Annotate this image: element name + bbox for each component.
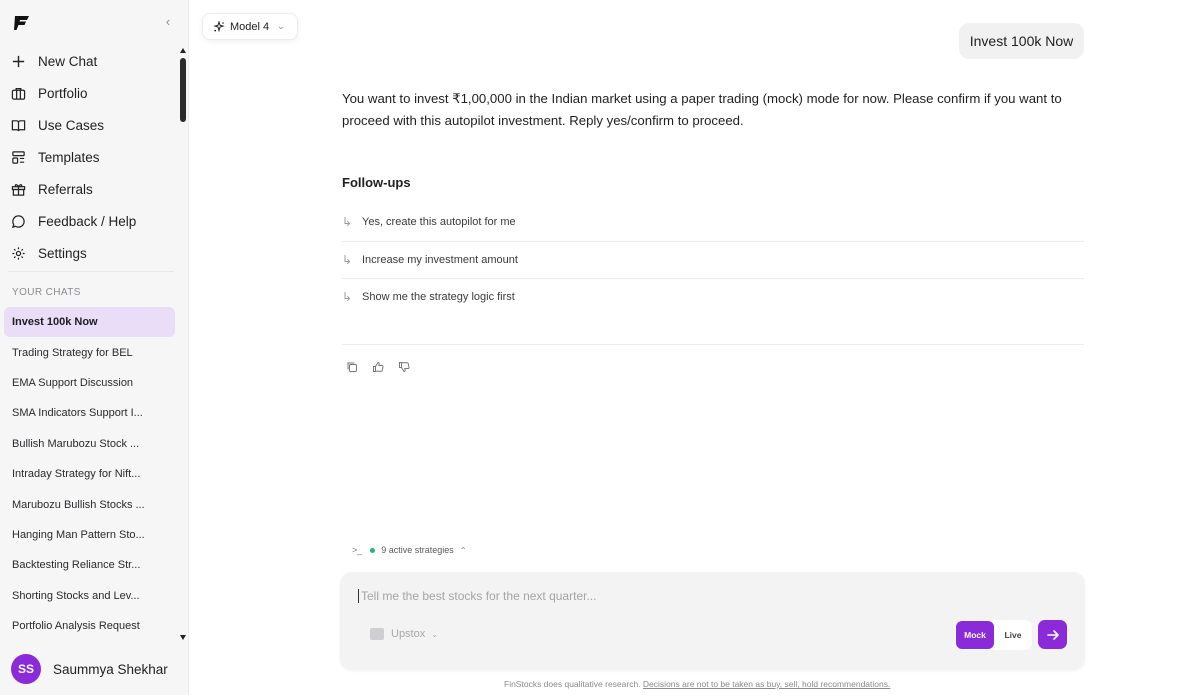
sidebar-item-label: Templates (38, 149, 100, 165)
corner-arrow-icon: ↳ (342, 253, 353, 267)
chat-item[interactable]: Trading Strategy for BEL (4, 337, 175, 367)
briefcase-icon (11, 87, 26, 100)
sidebar-nav: New Chat Portfolio Use Cases Templates R… (0, 45, 180, 269)
sparkle-icon (213, 20, 225, 32)
mode-toggle: Mock Live (955, 620, 1032, 650)
user-message-bubble: Invest 100k Now (959, 23, 1084, 59)
assistant-message: You want to invest ₹1,00,000 in the Indi… (342, 91, 1062, 128)
sidebar-item-label: Portfolio (38, 85, 88, 101)
sidebar-item-referrals[interactable]: Referrals (0, 173, 180, 205)
broker-selector[interactable]: Upstox ⌄ (370, 628, 438, 640)
chat-composer: Upstox ⌄ Mock Live (340, 572, 1085, 670)
model-label: Model 4 (230, 20, 270, 33)
disclaimer-link[interactable]: Decisions are not to be taken as buy, se… (643, 679, 890, 689)
followup-item[interactable]: ↳ Yes, create this autopilot for me (342, 204, 1084, 240)
user-name: Saummya Shekhar (53, 661, 168, 677)
disclaimer: FinStocks does qualitative research. Dec… (504, 679, 890, 689)
sidebar-item-portfolio[interactable]: Portfolio (0, 77, 180, 109)
sidebar-item-settings[interactable]: Settings (0, 237, 180, 269)
copy-icon[interactable] (346, 360, 360, 374)
chat-item[interactable]: Intraday Strategy for Nift... (4, 459, 175, 489)
sidebar-item-label: Settings (38, 245, 87, 261)
book-icon (11, 119, 26, 131)
active-strategies-toggle[interactable]: >_ 9 active strategies ⌃ (352, 545, 467, 555)
chat-item[interactable]: EMA Support Discussion (4, 368, 175, 398)
followup-label: Yes, create this autopilot for me (362, 216, 516, 228)
followup-item[interactable]: ↳ Increase my investment amount (342, 242, 1084, 278)
broker-logo-icon (370, 628, 384, 640)
sidebar-scrollbar[interactable] (179, 48, 187, 640)
chat-item[interactable]: Marubozu Bullish Stocks ... (4, 489, 175, 519)
thumbs-up-icon[interactable] (372, 360, 386, 374)
plus-icon (12, 55, 25, 67)
chat-item[interactable]: Bullish Marubozu Stock ... (4, 429, 175, 459)
mode-live-option[interactable]: Live (994, 621, 1032, 649)
message-divider (342, 344, 1084, 345)
chats-heading: YOUR CHATS (12, 287, 81, 298)
finstocks-logo[interactable] (12, 13, 32, 33)
sidebar-item-templates[interactable]: Templates (0, 141, 180, 173)
chat-input[interactable] (358, 589, 958, 603)
chat-list: Invest 100k Now Trading Strategy for BEL… (4, 307, 175, 641)
sidebar-item-label: Referrals (38, 181, 93, 197)
followups-heading: Follow-ups (342, 175, 411, 190)
scrollbar-thumb[interactable] (180, 58, 186, 122)
chat-item[interactable]: Portfolio Analysis Request (4, 611, 175, 641)
sidebar-item-use-cases[interactable]: Use Cases (0, 109, 180, 141)
sidebar-item-label: Use Cases (38, 117, 105, 133)
sidebar-item-label: New Chat (38, 53, 98, 69)
chevron-down-icon: ⌄ (277, 21, 285, 31)
send-button[interactable] (1038, 620, 1067, 649)
scroll-down-arrow-icon[interactable] (180, 635, 186, 640)
corner-arrow-icon: ↳ (342, 215, 353, 229)
chat-item[interactable]: Hanging Man Pattern Sto... (4, 520, 175, 550)
followup-label: Increase my investment amount (362, 254, 518, 266)
corner-arrow-icon: ↳ (342, 290, 353, 304)
arrow-right-icon (1046, 629, 1059, 640)
chat-item-active[interactable]: Invest 100k Now (4, 307, 175, 338)
thumbs-down-icon[interactable] (398, 360, 412, 374)
chat-item[interactable]: Backtesting Reliance Str... (4, 550, 175, 580)
chevron-up-icon: ⌃ (459, 545, 467, 555)
scroll-up-arrow-icon[interactable] (180, 48, 186, 53)
chat-item[interactable]: SMA Indicators Support I... (4, 398, 175, 428)
gift-icon (11, 183, 26, 196)
gear-icon (12, 246, 25, 260)
sidebar-divider (8, 271, 174, 272)
sidebar-item-label: Feedback / Help (38, 213, 137, 229)
sidebar-item-new-chat[interactable]: New Chat (0, 45, 180, 77)
chat-item[interactable]: Shorting Stocks and Lev... (4, 581, 175, 611)
model-selector-button[interactable]: Model 4 ⌄ (202, 13, 298, 40)
message-actions (346, 360, 424, 374)
layout-icon (12, 150, 25, 164)
user-profile[interactable]: SS Saummya Shekhar (11, 654, 168, 684)
chevron-down-icon: ⌄ (431, 629, 438, 639)
disclaimer-text: FinStocks does qualitative research. (504, 679, 641, 689)
sidebar-item-feedback-help[interactable]: Feedback / Help (0, 205, 180, 237)
avatar: SS (11, 654, 41, 684)
followup-item[interactable]: ↳ Show me the strategy logic first (342, 279, 1084, 315)
followup-label: Show me the strategy logic first (362, 291, 515, 303)
status-dot (370, 547, 376, 553)
collapse-sidebar-icon[interactable]: ‹ (160, 14, 176, 30)
broker-label: Upstox (391, 628, 426, 640)
message-circle-icon (11, 214, 25, 228)
terminal-icon: >_ (352, 545, 363, 555)
mode-mock-option[interactable]: Mock (956, 621, 994, 649)
sidebar: ‹ New Chat Portfolio Use Cases Templates… (0, 0, 189, 695)
active-strategies-label: 9 active strategies (381, 545, 454, 555)
